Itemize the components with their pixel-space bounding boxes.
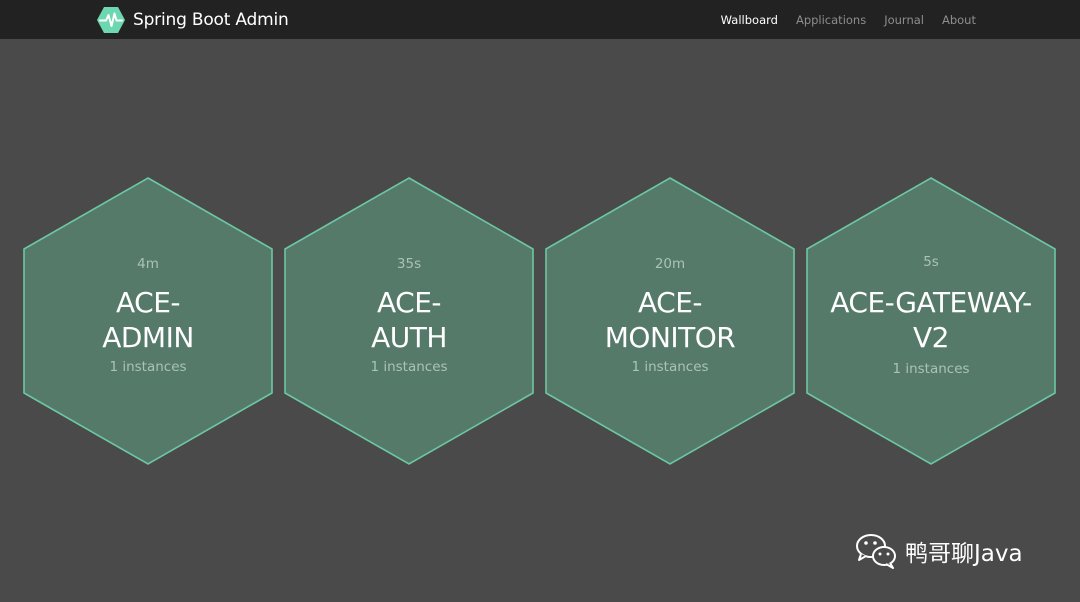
watermark: 鸭哥聊Java <box>853 531 1023 571</box>
wechat-icon <box>856 534 896 569</box>
brand-home-link[interactable]: Spring Boot Admin <box>96 5 289 34</box>
app-tile-ace-admin[interactable]: 4m ACE- ADMIN 1 instances <box>22 176 274 466</box>
app-uptime: 4m <box>137 256 159 272</box>
app-uptime: 5s <box>923 254 939 270</box>
app-name: ACE- AUTH <box>291 285 527 355</box>
app-name: ACE-GATEWAY- V2 <box>813 285 1049 355</box>
app-name-line: V2 <box>913 321 949 354</box>
brand-title: Spring Boot Admin <box>133 9 289 30</box>
app-tile-ace-gateway-v2[interactable]: 5s ACE-GATEWAY- V2 1 instances <box>805 176 1057 466</box>
app-name-line: ACE- <box>115 286 181 319</box>
app-instance-count: 1 instances <box>370 359 448 375</box>
app-instance-count: 1 instances <box>892 361 970 377</box>
app-name: ACE- ADMIN <box>30 285 266 355</box>
app-name: ACE- MONITOR <box>552 285 788 355</box>
app-name-line: MONITOR <box>604 321 736 354</box>
heartbeat-logo-icon <box>97 6 125 33</box>
main-nav: Wallboard Applications Journal About <box>703 0 976 39</box>
app-uptime: 35s <box>396 256 422 272</box>
app-tile-ace-monitor[interactable]: 20m ACE- MONITOR 1 instances <box>544 176 796 466</box>
app-name-line: ACE-GATEWAY- <box>830 286 1032 319</box>
top-navbar: Spring Boot Admin Wallboard Applications… <box>0 0 1080 39</box>
app-uptime: 20m <box>654 256 686 272</box>
nav-wallboard[interactable]: Wallboard <box>721 13 778 27</box>
app-name-line: ACE- <box>376 286 442 319</box>
nav-journal[interactable]: Journal <box>884 13 924 27</box>
nav-applications[interactable]: Applications <box>796 13 866 27</box>
app-name-line: ACE- <box>637 286 703 319</box>
watermark-text: 鸭哥聊Java <box>905 541 1023 567</box>
app-instance-count: 1 instances <box>631 359 709 375</box>
nav-about[interactable]: About <box>942 13 976 27</box>
app-name-line: AUTH <box>371 321 447 354</box>
app-instance-count: 1 instances <box>109 359 187 375</box>
app-name-line: ADMIN <box>102 321 194 354</box>
app-tile-ace-auth[interactable]: 35s ACE- AUTH 1 instances <box>283 176 535 466</box>
